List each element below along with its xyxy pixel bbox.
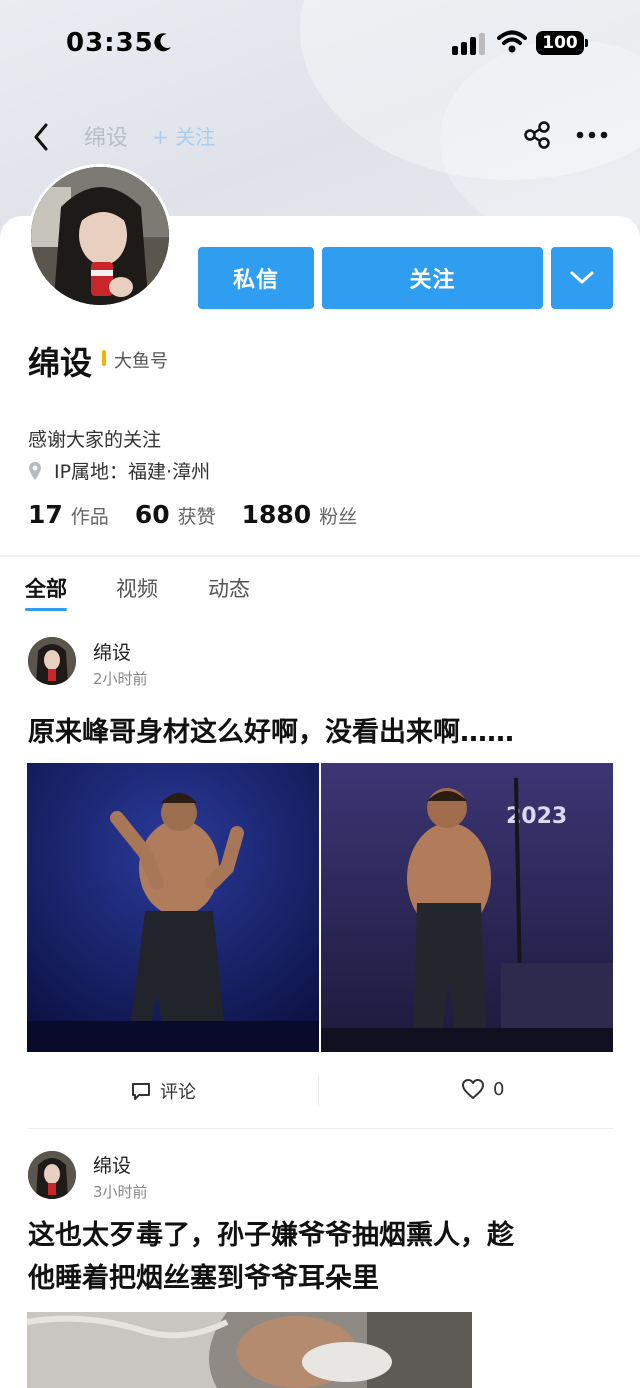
post-author-avatar[interactable]	[28, 1151, 76, 1199]
nav-follow-link[interactable]: + 关注	[152, 121, 215, 150]
comment-label: 评论	[160, 1082, 196, 1103]
post-title-line: 他睡着把烟丝塞到爷爷耳朵里	[28, 1263, 379, 1294]
post-image-1[interactable]	[27, 763, 319, 1052]
post-title-line: 这也太歹毒了，孙子嫌爷爷抽烟熏人，趁	[28, 1220, 514, 1251]
active-tab-indicator	[25, 608, 67, 611]
likes-count: 60	[134, 500, 170, 529]
works-label: 作品	[70, 506, 109, 528]
account-badge: 大鱼号	[114, 351, 168, 372]
post-image-2[interactable]: 2023	[321, 763, 613, 1052]
tab-dynamics[interactable]: 动态	[208, 573, 250, 603]
like-button[interactable]: 0	[461, 1078, 504, 1100]
fans-count[interactable]: 1880	[242, 500, 312, 529]
profile-stats: 17 作品 60 获赞 1880 粉丝	[28, 500, 383, 529]
fans-label[interactable]: 粉丝	[319, 502, 357, 529]
signal-icon	[452, 33, 485, 55]
more-options-button[interactable]	[551, 247, 613, 309]
profile-name: 绵设	[28, 344, 93, 382]
moon-icon	[154, 33, 171, 52]
ip-location: IP属地：福建·漳州	[54, 461, 211, 483]
status-bar: 03:35 100	[0, 0, 640, 90]
tab-all[interactable]: 全部	[25, 573, 67, 603]
profile-bio: 感谢大家的关注	[28, 429, 162, 451]
comment-icon	[132, 1083, 150, 1100]
post-divider	[28, 1128, 613, 1129]
nav-title: 绵设	[84, 126, 129, 151]
location-icon	[29, 462, 41, 480]
badge-marker	[102, 350, 106, 366]
likes-label: 获赞	[177, 506, 216, 528]
like-count: 0	[493, 1078, 505, 1100]
post-actions: 评论 0	[28, 1070, 613, 1112]
back-arrow-icon[interactable]	[28, 120, 56, 154]
action-separator	[318, 1074, 319, 1106]
post-image-1[interactable]	[27, 1312, 472, 1388]
post-time: 3小时前	[93, 1183, 148, 1201]
status-time: 03:35	[66, 28, 154, 58]
post-author-name[interactable]: 绵设	[93, 1151, 131, 1178]
battery-indicator: 100	[536, 31, 588, 55]
tab-videos[interactable]: 视频	[116, 573, 158, 603]
works-count: 17	[28, 500, 63, 529]
comment-button[interactable]: 评论	[130, 1078, 196, 1104]
more-icon[interactable]	[574, 120, 610, 150]
post-time: 2小时前	[93, 670, 148, 688]
share-icon[interactable]	[522, 120, 552, 150]
profile-avatar[interactable]	[28, 164, 172, 308]
message-button[interactable]: 私信	[198, 247, 314, 309]
wifi-icon	[497, 30, 527, 53]
post-title[interactable]: 这也太歹毒了，孙子嫌爷爷抽烟熏人，趁 他睡着把烟丝塞到爷爷耳朵里	[28, 1214, 514, 1300]
heart-icon	[462, 1079, 484, 1099]
chevron-down-icon	[570, 271, 594, 284]
post-author-avatar[interactable]	[28, 637, 76, 685]
post-author-name[interactable]: 绵设	[93, 638, 131, 665]
section-divider	[0, 555, 640, 557]
follow-button[interactable]: 关注	[322, 247, 543, 309]
post-title[interactable]: 原来峰哥身材这么好啊，没看出来啊……	[28, 711, 514, 754]
